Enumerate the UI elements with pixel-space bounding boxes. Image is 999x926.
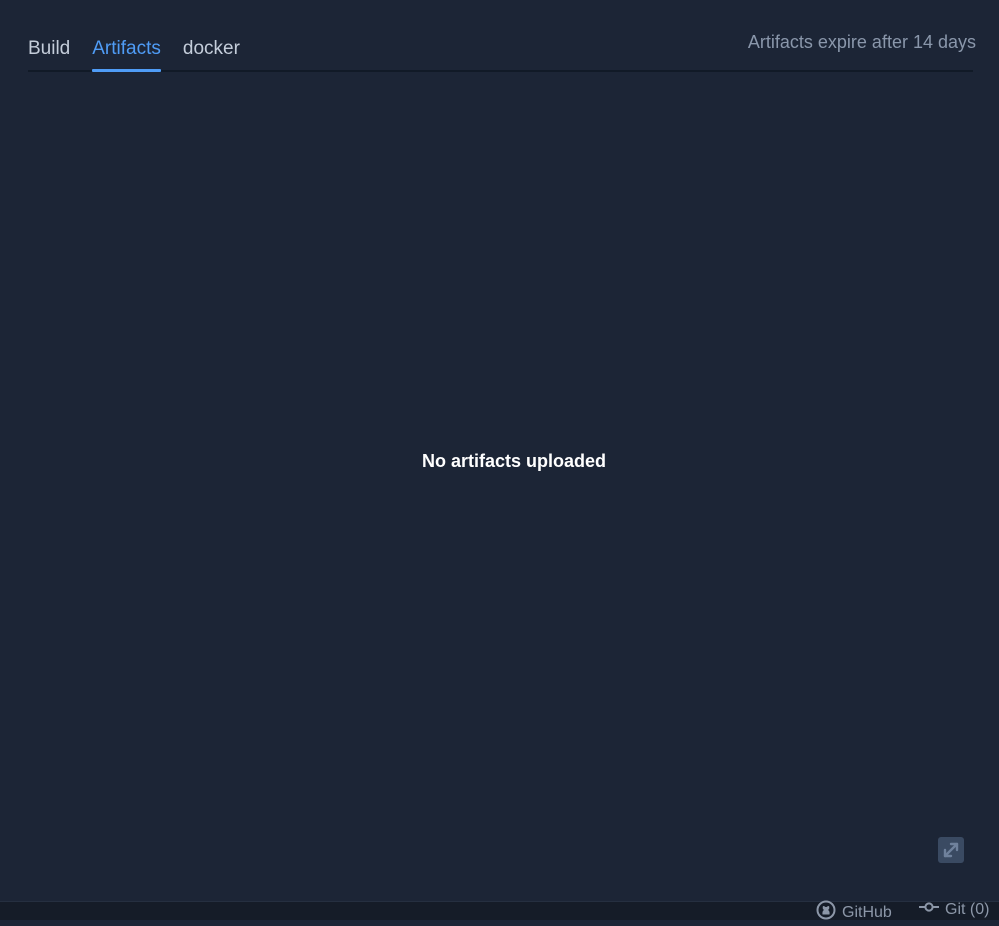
github-icon — [816, 900, 836, 926]
git-label: Git (0) — [945, 901, 990, 918]
git-commit-icon — [919, 900, 939, 920]
artifacts-panel: Build Artifacts docker Artifacts expire … — [0, 0, 999, 901]
git-status-item[interactable]: Git (0) — [919, 900, 989, 920]
tab-build[interactable]: Build — [28, 28, 70, 70]
tab-artifacts[interactable]: Artifacts — [92, 28, 161, 72]
github-status-item[interactable]: GitHub — [816, 900, 892, 926]
tab-bar: Build Artifacts docker Artifacts expire … — [28, 28, 976, 72]
expand-diagonal-icon — [943, 842, 959, 858]
status-bar: GitHub Git (0) — [0, 900, 999, 921]
tab-list: Build Artifacts docker — [28, 28, 262, 72]
github-label: GitHub — [842, 904, 892, 921]
artifact-expiry-note: Artifacts expire after 14 days — [747, 32, 976, 52]
tab-docker[interactable]: docker — [183, 28, 240, 70]
empty-state-message: No artifacts uploaded — [421, 451, 607, 471]
expand-button[interactable] — [938, 837, 964, 863]
